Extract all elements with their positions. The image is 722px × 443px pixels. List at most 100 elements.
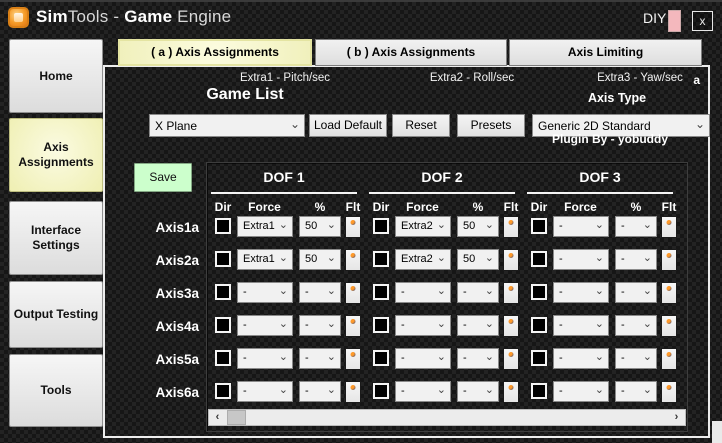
force-select[interactable]: Extra2⌄ — [395, 249, 451, 270]
dir-checkbox[interactable] — [531, 284, 547, 300]
force-select[interactable]: -⌄ — [553, 216, 609, 237]
percent-select[interactable]: -⌄ — [299, 348, 341, 369]
game-list-select[interactable]: X Plane⌄ — [149, 114, 305, 137]
percent-select[interactable]: -⌄ — [457, 348, 499, 369]
force-select[interactable]: Extra1⌄ — [237, 249, 293, 270]
force-select[interactable]: -⌄ — [553, 348, 609, 369]
save-button[interactable]: Save — [134, 163, 192, 192]
flt-button[interactable] — [661, 216, 677, 238]
flt-button[interactable] — [503, 381, 519, 403]
force-select[interactable]: -⌄ — [553, 249, 609, 270]
sidebar-item-tools[interactable]: Tools — [9, 354, 103, 427]
force-select[interactable]: -⌄ — [395, 348, 451, 369]
load-default-button[interactable]: Load Default — [309, 114, 387, 137]
percent-select[interactable]: -⌄ — [457, 315, 499, 336]
flt-button[interactable] — [345, 381, 361, 403]
flt-button[interactable] — [661, 282, 677, 304]
force-select[interactable]: -⌄ — [553, 282, 609, 303]
presets-button[interactable]: Presets — [457, 114, 525, 137]
dir-checkbox[interactable] — [531, 350, 547, 366]
force-select[interactable]: -⌄ — [237, 348, 293, 369]
dir-checkbox[interactable] — [531, 317, 547, 333]
flt-button[interactable] — [503, 348, 519, 370]
chevron-down-icon: ⌄ — [695, 117, 705, 131]
flt-button[interactable] — [345, 348, 361, 370]
scrollbar-thumb[interactable] — [227, 410, 246, 425]
percent-select[interactable]: -⌄ — [615, 315, 657, 336]
percent-select[interactable]: -⌄ — [457, 381, 499, 402]
chevron-down-icon: ⌄ — [437, 251, 446, 264]
percent-select[interactable]: -⌄ — [299, 282, 341, 303]
force-select[interactable]: -⌄ — [395, 315, 451, 336]
dof3-cell-group: -⌄ -⌄ — [531, 381, 679, 405]
percent-select[interactable]: 50⌄ — [299, 216, 341, 237]
percent-select[interactable]: -⌄ — [457, 282, 499, 303]
scroll-left-icon[interactable]: ‹ — [209, 410, 226, 425]
flt-button[interactable] — [661, 381, 677, 403]
close-button[interactable]: x — [692, 11, 713, 31]
force-select[interactable]: -⌄ — [237, 381, 293, 402]
percent-select[interactable]: -⌄ — [615, 282, 657, 303]
flt-button[interactable] — [503, 216, 519, 238]
titlebar-pink-button[interactable] — [668, 10, 681, 32]
percent-select[interactable]: -⌄ — [299, 381, 341, 402]
dir-checkbox[interactable] — [373, 218, 389, 234]
percent-select[interactable]: 50⌄ — [457, 249, 499, 270]
dir-checkbox[interactable] — [215, 350, 231, 366]
dof3-cell-group: -⌄ -⌄ — [531, 249, 679, 273]
dir-checkbox[interactable] — [215, 284, 231, 300]
flt-button[interactable] — [345, 216, 361, 238]
percent-select[interactable]: -⌄ — [615, 216, 657, 237]
force-select[interactable]: -⌄ — [553, 381, 609, 402]
dir-checkbox[interactable] — [215, 317, 231, 333]
percent-column-header: % — [615, 200, 657, 214]
dir-checkbox[interactable] — [531, 218, 547, 234]
dir-checkbox[interactable] — [373, 284, 389, 300]
flt-button[interactable] — [661, 315, 677, 337]
dir-checkbox[interactable] — [215, 251, 231, 267]
flt-button[interactable] — [661, 249, 677, 271]
dir-checkbox[interactable] — [531, 251, 547, 267]
percent-select[interactable]: 50⌄ — [457, 216, 499, 237]
sidebar-item-interface-settings[interactable]: Interface Settings — [9, 201, 103, 275]
percent-select[interactable]: -⌄ — [615, 381, 657, 402]
reset-button[interactable]: Reset — [392, 114, 450, 137]
flt-button[interactable] — [503, 282, 519, 304]
flt-button[interactable] — [345, 282, 361, 304]
sidebar-item-output-testing[interactable]: Output Testing — [9, 281, 103, 348]
force-select[interactable]: -⌄ — [237, 282, 293, 303]
percent-select[interactable]: -⌄ — [615, 348, 657, 369]
sidebar-item-axis-assignments[interactable]: Axis Assignments — [9, 118, 103, 192]
flt-button[interactable] — [503, 249, 519, 271]
percent-select[interactable]: -⌄ — [299, 315, 341, 336]
dir-checkbox[interactable] — [373, 350, 389, 366]
table-row: Extra1⌄ 50⌄ Extra2⌄ 50⌄ -⌄ -⌄ — [207, 216, 687, 240]
flt-button[interactable] — [345, 315, 361, 337]
force-select[interactable]: Extra2⌄ — [395, 216, 451, 237]
dir-checkbox[interactable] — [373, 317, 389, 333]
sidebar-item-home[interactable]: Home — [9, 39, 103, 113]
force-select[interactable]: Extra1⌄ — [237, 216, 293, 237]
scroll-right-icon[interactable]: › — [668, 410, 685, 425]
force-select[interactable]: -⌄ — [395, 381, 451, 402]
dir-checkbox[interactable] — [373, 251, 389, 267]
percent-select[interactable]: 50⌄ — [299, 249, 341, 270]
chevron-down-icon: ⌄ — [437, 317, 446, 330]
tab-axis-limiting[interactable]: Axis Limiting — [509, 39, 702, 66]
dir-checkbox[interactable] — [373, 383, 389, 399]
force-select[interactable]: -⌄ — [553, 315, 609, 336]
percent-value: 50 — [305, 253, 317, 265]
force-select[interactable]: -⌄ — [395, 282, 451, 303]
flt-button[interactable] — [661, 348, 677, 370]
tab-a-axis-assignments[interactable]: ( a ) Axis Assignments — [118, 39, 312, 66]
dir-checkbox[interactable] — [531, 383, 547, 399]
flt-button[interactable] — [503, 315, 519, 337]
panel-corner-marker: a — [693, 73, 700, 87]
tab-b-axis-assignments[interactable]: ( b ) Axis Assignments — [315, 39, 507, 66]
flt-button[interactable] — [345, 249, 361, 271]
dir-checkbox[interactable] — [215, 218, 231, 234]
percent-select[interactable]: -⌄ — [615, 249, 657, 270]
dir-checkbox[interactable] — [215, 383, 231, 399]
horizontal-scrollbar[interactable]: ‹ › — [208, 409, 686, 426]
force-select[interactable]: -⌄ — [237, 315, 293, 336]
